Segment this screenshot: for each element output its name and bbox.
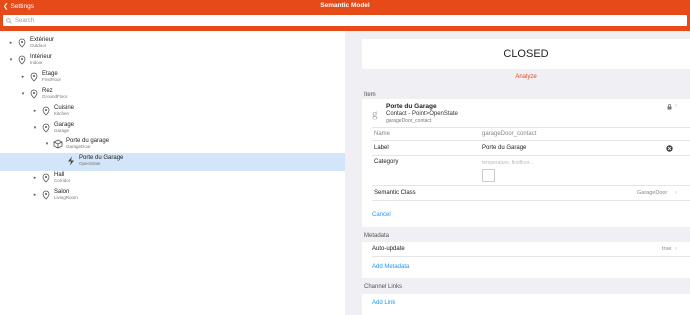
tree-node-tag: Indoor [30,60,43,65]
collapse-toggle-icon[interactable]: ▾ [31,125,39,131]
tree-node-tag: OpenState [79,161,101,166]
add-metadata-button[interactable]: Add Metadata [372,264,409,270]
expand-toggle-icon[interactable]: ▸ [31,192,39,198]
tree-node-tag: LivingRoom [54,195,78,200]
location-pin-icon [30,72,38,82]
search-input[interactable]: Search [3,15,687,26]
expand-toggle-icon[interactable]: ▸ [31,175,39,181]
search-placeholder: Search [15,17,35,24]
analyze-link[interactable]: Analyze [362,74,690,80]
divider [372,200,690,201]
tree-node-tag: Outdoor [30,43,47,48]
tree-node-hall[interactable]: ▸ Hall Corridor [31,172,70,190]
item-id: garageDoor_contact [386,118,432,124]
field-value: garageDoor_contact [482,131,537,137]
divider [372,155,690,156]
tree-node-tag: GroundFloor [42,94,68,99]
metadata-value: true [662,246,672,252]
divider [372,256,690,257]
field-label: Category [374,159,399,165]
tree-node-salon[interactable]: ▸ Salon LivingRoom [31,189,78,207]
clear-input-icon[interactable] [666,145,673,152]
tree-node-exterieur[interactable]: ▸ Extérieur Outdoor [7,37,54,55]
channel-links-section-title: Channel Links [364,284,403,290]
top-bar: ❮ Settings Semantic Model [0,0,690,12]
label-input[interactable]: Porte du Garage [482,145,526,151]
details-panel: CLOSED Analyze Item g Porte du Garage Co… [345,31,690,315]
field-label: Semantic Class [374,190,416,196]
category-icon-preview [482,169,495,182]
tree-node-rez[interactable]: ▾ Rez GroundFloor [19,88,67,106]
state-card: CLOSED [362,39,690,69]
page-title: Semantic Model [320,2,370,9]
tree-node-tag: FirstFloor [42,77,61,82]
item-type: Contact - Point>OpenState [386,111,458,117]
divider [372,185,690,186]
field-label: Label [374,145,389,151]
expand-toggle-icon[interactable]: ▸ [7,40,15,46]
tree-node-tag: Garage [54,128,70,133]
add-link-button[interactable]: Add Link [372,300,395,306]
location-pin-icon [42,106,50,116]
category-input[interactable]: temperature, firstfloor... [482,160,533,166]
semantic-tree: ▸ Extérieur Outdoor ▾ Intérieur Indoor ▸ E… [0,31,356,315]
search-bar: Search [0,12,690,31]
location-pin-icon [18,55,26,65]
tree-node-cuisine[interactable]: ▸ Cuisine Kitchen [31,105,74,123]
collapse-toggle-icon[interactable]: ▾ [43,141,51,147]
cancel-button[interactable]: Cancel [372,212,391,218]
expand-toggle-icon[interactable]: ▸ [19,74,27,80]
tree-node-porte-du-garage-point[interactable]: Porte du Garage OpenState [56,155,123,173]
tree-node-tag: Corridor [54,178,71,183]
collapse-toggle-icon[interactable]: ▾ [7,57,15,63]
divider [372,140,690,141]
tree-node-interieur[interactable]: ▾ Intérieur Indoor [7,54,52,72]
location-pin-icon [42,173,50,183]
metadata-section-title: Metadata [364,233,390,239]
lock-icon [667,104,672,110]
tree-node-tag: Kitchen [54,111,70,116]
tree-node-porte-du-garage-equipment[interactable]: ▾ Porte du garage GarageDoor [43,138,109,156]
channel-links-card: Add Link [362,294,690,315]
tree-node-etage[interactable]: ▸ Etage FirstFloor [19,71,61,89]
search-icon [6,17,12,24]
location-pin-icon [42,190,50,200]
chevron-right-icon: › [675,246,677,252]
item-section-title: Item [364,92,376,98]
item-name: Porte du Garage [386,103,437,110]
item-type-icon: g [372,108,378,120]
metadata-label: Auto-update [372,246,405,252]
metadata-card: Auto-update true › Add Metadata [362,242,690,278]
location-pin-icon [30,89,38,99]
location-pin-icon [18,38,26,48]
item-card: g Porte du Garage Contact - Point>OpenSt… [362,99,690,227]
cube-icon [53,139,63,149]
field-label: Name [374,131,391,137]
divider [372,127,690,128]
semantic-class-value: GarageDoor [637,190,668,196]
lightning-icon [68,156,74,166]
tree-node-tag: GarageDoor [66,144,91,149]
expand-toggle-icon[interactable]: ▸ [31,108,39,114]
chevron-right-icon: › [675,190,677,196]
chevron-right-icon[interactable]: › [675,103,677,109]
location-pin-icon [42,123,50,133]
collapse-toggle-icon[interactable]: ▾ [19,91,27,97]
